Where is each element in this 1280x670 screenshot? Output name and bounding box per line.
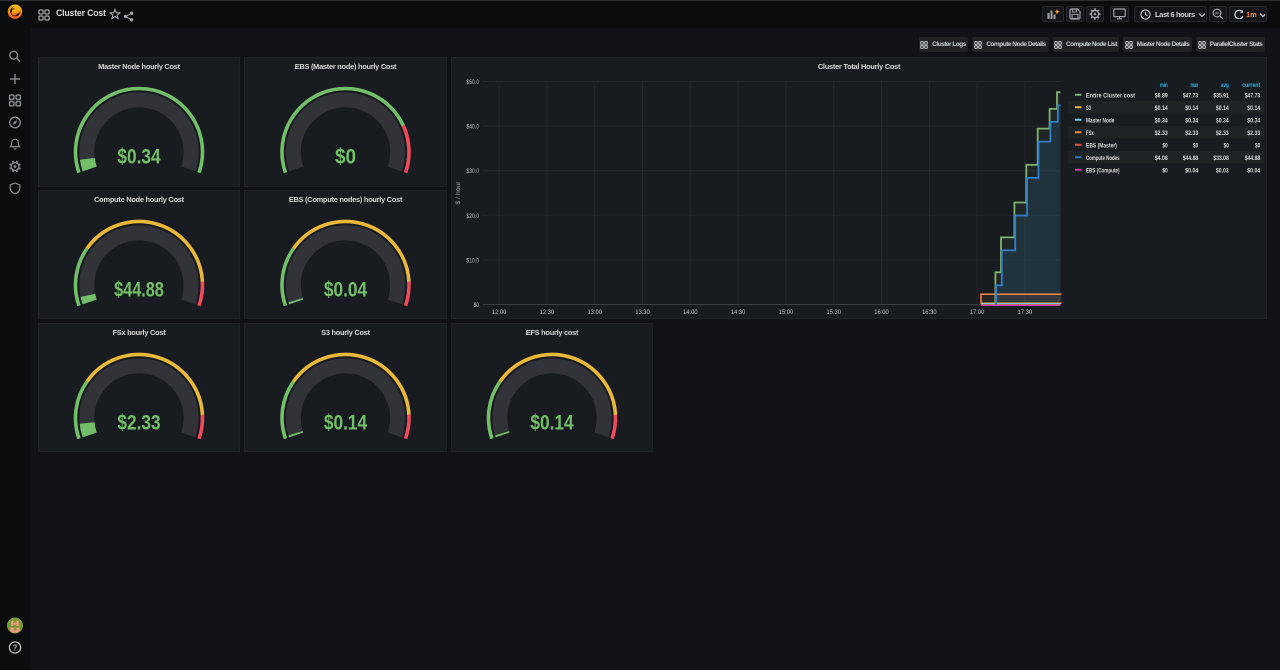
svg-text:$0: $0 — [1163, 142, 1168, 149]
svg-text:$0.14: $0.14 — [1216, 105, 1229, 112]
svg-text:max: max — [1190, 82, 1198, 89]
svg-text:avg: avg — [1221, 82, 1229, 89]
svg-text:$0.34: $0.34 — [1185, 117, 1198, 124]
svg-text:$35.91: $35.91 — [1213, 92, 1229, 99]
svg-text:$0.03: $0.03 — [1216, 167, 1229, 174]
svg-text:$44.88: $44.88 — [1245, 155, 1261, 162]
svg-text:$0: $0 — [1224, 142, 1229, 149]
svg-text:$0.04: $0.04 — [324, 278, 367, 301]
svg-text:$50.0: $50.0 — [466, 79, 479, 86]
svg-text:14:30: 14:30 — [731, 309, 746, 316]
svg-text:EBS (Master): EBS (Master) — [1086, 142, 1117, 149]
svg-text:12:00: 12:00 — [492, 309, 507, 316]
svg-text:$0: $0 — [1255, 142, 1260, 149]
svg-text:$0.34: $0.34 — [117, 145, 160, 168]
svg-text:15:30: 15:30 — [826, 309, 841, 316]
svg-text:15:00: 15:00 — [779, 309, 794, 316]
svg-text:$33.08: $33.08 — [1213, 155, 1229, 162]
svg-text:Entire Cluster cost: Entire Cluster cost — [1086, 92, 1136, 99]
svg-text:$0.14: $0.14 — [1247, 105, 1260, 112]
svg-text:$47.73: $47.73 — [1183, 92, 1199, 99]
svg-text:17:00: 17:00 — [970, 309, 985, 316]
svg-text:EBS (Compute): EBS (Compute) — [1086, 167, 1120, 174]
svg-text:16:30: 16:30 — [922, 309, 937, 316]
svg-text:$10.0: $10.0 — [466, 257, 479, 264]
svg-text:$ / hour: $ / hour — [455, 181, 462, 205]
svg-text:$2.33: $2.33 — [1155, 130, 1168, 137]
svg-text:$2.33: $2.33 — [117, 411, 160, 434]
svg-text:$0.04: $0.04 — [1185, 167, 1198, 174]
svg-text:$20.0: $20.0 — [466, 213, 479, 220]
svg-text:$0: $0 — [1193, 142, 1198, 149]
svg-text:14:00: 14:00 — [683, 309, 698, 316]
svg-text:$0.14: $0.14 — [530, 411, 573, 434]
svg-text:$40.0: $40.0 — [466, 124, 479, 131]
svg-text:?: ? — [13, 643, 18, 652]
svg-text:FSx: FSx — [1086, 130, 1094, 137]
svg-text:current: current — [1242, 82, 1261, 89]
svg-text:$0: $0 — [335, 145, 356, 168]
svg-text:S3: S3 — [1086, 105, 1091, 112]
svg-text:$0.14: $0.14 — [1155, 105, 1168, 112]
svg-text:$0.14: $0.14 — [324, 411, 367, 434]
svg-text:$2.33: $2.33 — [1185, 130, 1198, 137]
svg-text:min: min — [1160, 82, 1168, 89]
svg-text:$0.04: $0.04 — [1247, 167, 1260, 174]
svg-text:13:00: 13:00 — [587, 309, 602, 316]
svg-text:$47.73: $47.73 — [1245, 92, 1261, 99]
svg-text:17:30: 17:30 — [1018, 309, 1033, 316]
svg-text:$0.34: $0.34 — [1247, 117, 1260, 124]
svg-text:$44.88: $44.88 — [114, 278, 164, 301]
svg-text:$0.34: $0.34 — [1216, 117, 1229, 124]
svg-text:12:30: 12:30 — [540, 309, 555, 316]
svg-text:$4.08: $4.08 — [1155, 155, 1168, 162]
svg-text:13:30: 13:30 — [635, 309, 650, 316]
svg-text:16:00: 16:00 — [874, 309, 889, 316]
svg-text:$6.89: $6.89 — [1155, 92, 1168, 99]
svg-text:$0: $0 — [1163, 167, 1168, 174]
svg-text:$30.0: $30.0 — [466, 168, 479, 175]
svg-text:$44.88: $44.88 — [1183, 155, 1199, 162]
svg-text:$0.34: $0.34 — [1155, 117, 1168, 124]
svg-text:$0.14: $0.14 — [1185, 105, 1198, 112]
svg-text:$2.33: $2.33 — [1216, 130, 1229, 137]
svg-text:Master Node: Master Node — [1086, 117, 1115, 124]
svg-text:$2.33: $2.33 — [1247, 130, 1260, 137]
svg-text:$0: $0 — [474, 302, 479, 309]
svg-text:Compute Nodes: Compute Nodes — [1086, 155, 1120, 162]
